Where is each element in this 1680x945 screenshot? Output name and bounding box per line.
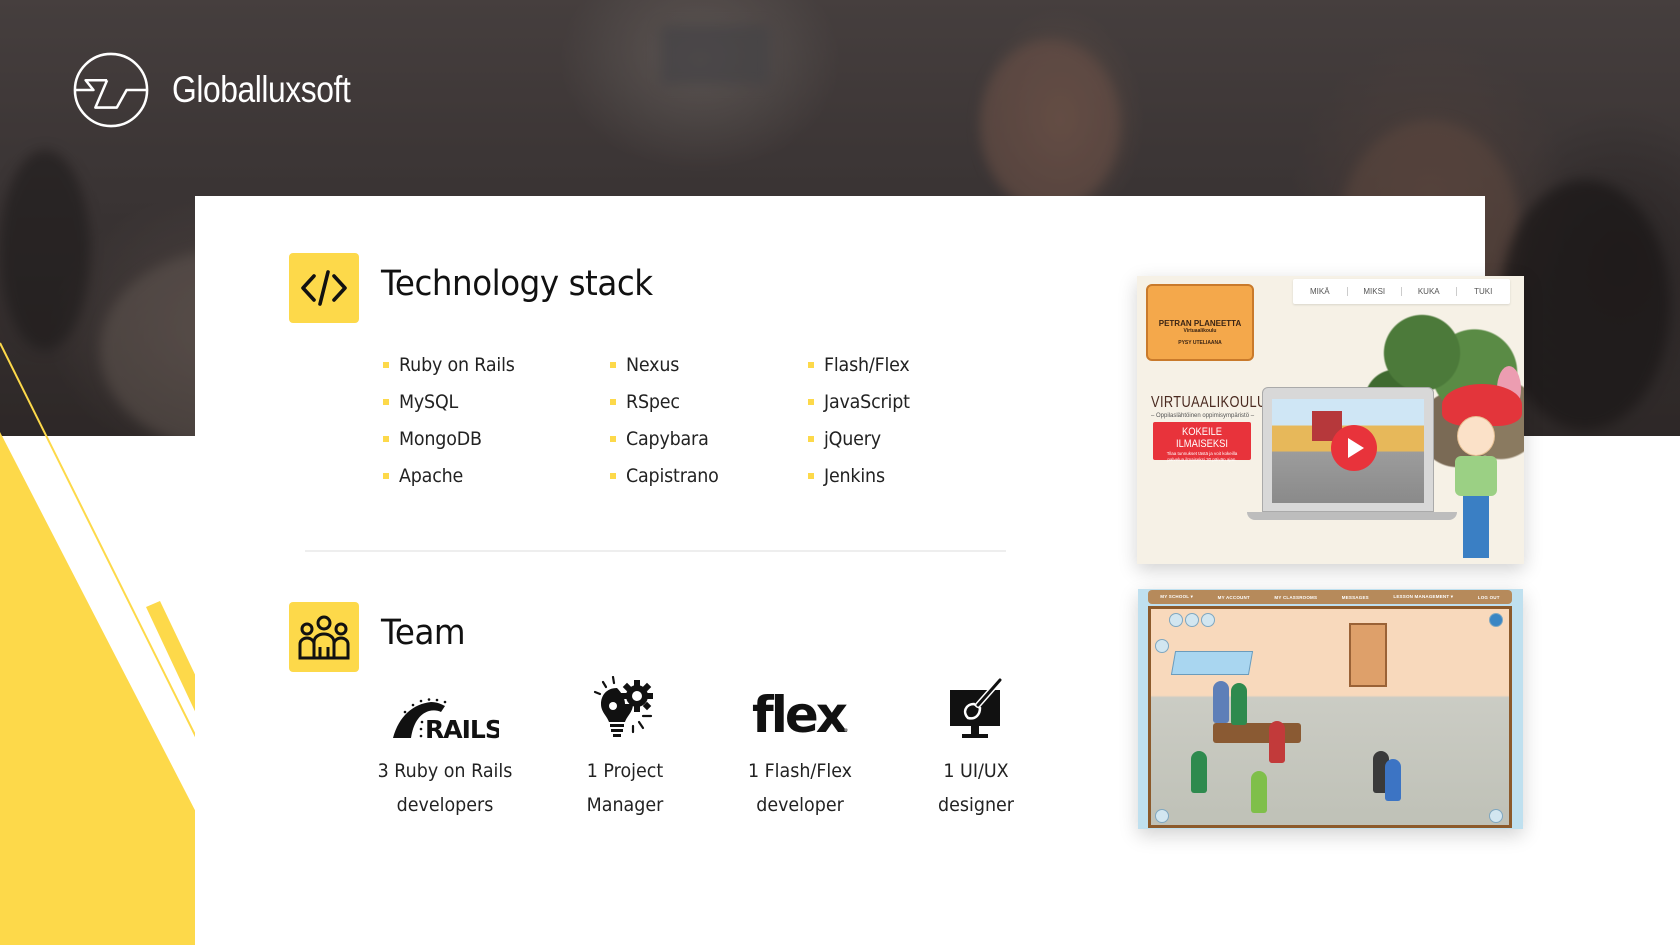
- screenshot-subheading: – Oppilaslähtöinen oppimisympäristö –: [1151, 413, 1255, 419]
- bullet-icon: [383, 473, 389, 479]
- cta-button: KOKEILE ILMAISEKSI Tilaa tunnukset tästä…: [1153, 422, 1251, 462]
- team-title: Team: [381, 613, 466, 653]
- bullet-icon: [808, 436, 814, 442]
- team-member-label: 1 UI/UX designer: [938, 760, 1014, 816]
- screenshot-heading: VIRTUAALIKOULU: [1151, 394, 1267, 411]
- screenshot-nav: MIKÄ MIKSI KUKA TUKI: [1293, 279, 1510, 304]
- team-member-label: 1 Project Manager: [586, 760, 664, 816]
- nav-item: KUKA: [1402, 287, 1457, 296]
- menu-bubble-icon: [1489, 809, 1503, 823]
- section-divider: [305, 550, 1006, 552]
- tech-item: MySQL: [383, 391, 463, 413]
- avatar-character: [1269, 721, 1285, 763]
- project-screenshot-classroom[interactable]: MY SCHOOL ▾ MY ACCOUNT MY CLASSROOMS MES…: [1138, 589, 1523, 829]
- bullet-icon: [383, 362, 389, 368]
- svg-text:flex: flex: [752, 686, 848, 740]
- scroll-logo: PETRAN PLANEETTA Virtuaalikoulu PYSY UTE…: [1146, 284, 1254, 361]
- table-illustration: [1170, 651, 1254, 675]
- tech-item: JavaScript: [808, 391, 917, 413]
- bullet-icon: [383, 399, 389, 405]
- avatar-character: [1251, 771, 1267, 813]
- nav-item: LOG OUT: [1477, 594, 1500, 600]
- photo-laptop: [660, 25, 770, 85]
- menu-bubble-icon: [1185, 613, 1199, 627]
- tech-item: Capistrano: [610, 465, 727, 487]
- character-illustration: [1455, 456, 1497, 496]
- photo-chair: [1500, 180, 1670, 430]
- bullet-icon: [610, 436, 616, 442]
- character-illustration: [1463, 496, 1489, 558]
- team-member-label: 3 Ruby on Rails developers: [377, 760, 513, 816]
- tech-item: MongoDB: [383, 428, 489, 450]
- tech-item: Flash/Flex: [808, 354, 917, 376]
- team-member: RAILS 3 Ruby on Rails developers: [360, 674, 530, 822]
- rails-logo-icon: RAILS: [360, 674, 530, 740]
- yellow-stripe: [146, 601, 200, 722]
- tech-item: Apache: [383, 465, 469, 487]
- brand[interactable]: Globalluxsoft: [72, 51, 379, 129]
- avatar-character: [1231, 683, 1247, 725]
- nav-item: MIKSI: [1348, 287, 1402, 296]
- bullet-icon: [610, 362, 616, 368]
- team-member-label: 1 Flash/Flex developer: [747, 760, 853, 816]
- screenshot-nav: MY SCHOOL ▾ MY ACCOUNT MY CLASSROOMS MES…: [1148, 590, 1512, 604]
- classroom-scene: [1148, 606, 1512, 828]
- brand-name: Globalluxsoft: [172, 69, 351, 110]
- team-icon-box: [289, 602, 359, 672]
- photo-person: [980, 40, 1120, 210]
- svg-text:RAILS: RAILS: [425, 715, 499, 740]
- tech-item: Capybara: [610, 428, 716, 450]
- globalluxsoft-logo-icon: [73, 52, 149, 128]
- avatar-character: [1213, 681, 1229, 723]
- door-illustration: [1349, 623, 1387, 687]
- bullet-icon: [808, 362, 814, 368]
- menu-bubble-icon: [1169, 613, 1183, 627]
- team-icon: [298, 615, 350, 660]
- bullet-icon: [808, 399, 814, 405]
- globe-icon: [1489, 613, 1503, 627]
- bullet-icon: [808, 473, 814, 479]
- nav-item: LESSON MANAGEMENT ▾: [1393, 594, 1454, 599]
- laptop-base: [1247, 512, 1457, 520]
- nav-item: TUKI: [1474, 287, 1493, 296]
- tech-stack-title: Technology stack: [381, 264, 653, 304]
- menu-bubble-icon: [1201, 613, 1215, 627]
- yellow-triangle: [0, 432, 200, 945]
- code-icon-box: [289, 253, 359, 323]
- nav-item: MY CLASSROOMS: [1274, 594, 1318, 600]
- nav-item: MY ACCOUNT: [1217, 594, 1250, 600]
- team-member: 1 UI/UX designer: [891, 674, 1061, 822]
- menu-bubble-icon: [1155, 639, 1169, 653]
- monitor-brush-icon: [891, 674, 1061, 740]
- nav-item: MIKÄ: [1293, 287, 1348, 296]
- project-screenshot-virtuaalikoulu[interactable]: MIKÄ MIKSI KUKA TUKI PETRAN PLANEETTA Vi…: [1137, 276, 1524, 564]
- play-icon: [1331, 425, 1377, 471]
- code-icon: [301, 270, 347, 306]
- tech-item: RSpec: [610, 391, 684, 413]
- nav-item: MY SCHOOL ▾: [1160, 594, 1194, 599]
- bullet-icon: [610, 473, 616, 479]
- avatar-character: [1385, 759, 1401, 801]
- tech-item: jQuery: [808, 428, 886, 450]
- nav-item: MESSAGES: [1341, 594, 1369, 600]
- bullet-icon: [610, 399, 616, 405]
- flex-logo-icon: flex: [715, 674, 885, 740]
- lightbulb-gears-icon: [540, 674, 710, 740]
- yellow-decoration: [0, 342, 200, 945]
- tech-item: Nexus: [610, 354, 684, 376]
- team-member: flex 1 Flash/Flex developer: [715, 674, 885, 822]
- character-illustration: [1457, 416, 1495, 456]
- team-member: 1 Project Manager: [540, 674, 710, 822]
- menu-bubble-icon: [1155, 809, 1169, 823]
- tech-item: Jenkins: [808, 465, 890, 487]
- desk-illustration: [1213, 723, 1301, 743]
- bullet-icon: [383, 436, 389, 442]
- avatar-character: [1191, 751, 1207, 793]
- tech-item: Ruby on Rails: [383, 354, 525, 376]
